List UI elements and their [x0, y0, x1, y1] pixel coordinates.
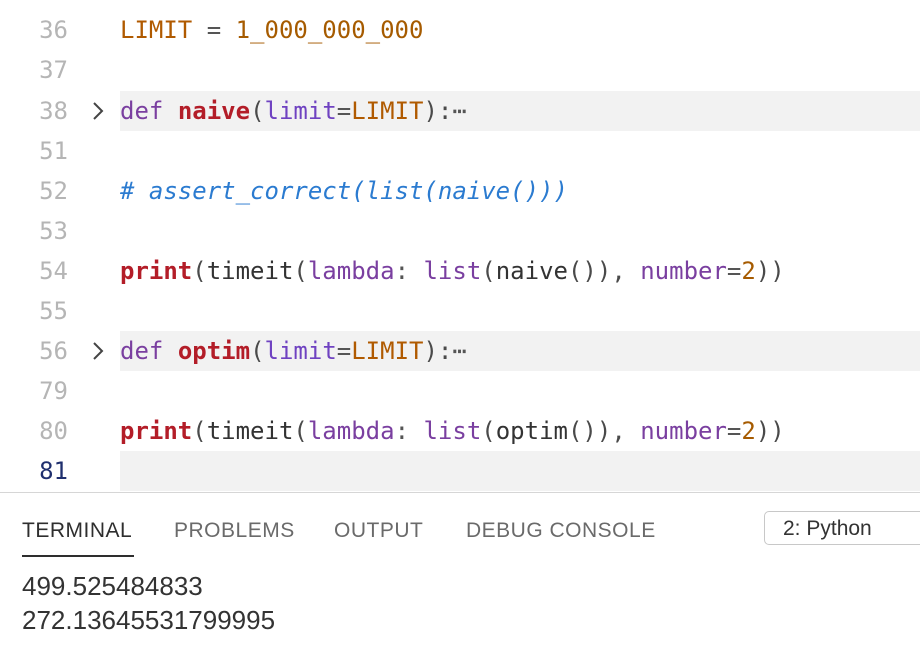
terminal-output-line: 499.525484833: [22, 571, 203, 601]
code-line[interactable]: 37: [0, 50, 920, 90]
identifier-token: timeit: [206, 417, 294, 445]
current-line-highlight: [120, 451, 920, 491]
identifier-token: naive: [495, 257, 568, 285]
operator-token: =: [192, 16, 236, 44]
param-token: limit: [264, 97, 337, 125]
comment-text[interactable]: # assert_correct(list(naive())): [120, 171, 568, 211]
tab-problems[interactable]: PROBLEMS: [174, 519, 295, 543]
tab-debug-console[interactable]: DEBUG CONSOLE: [466, 519, 656, 543]
code-editor[interactable]: 36 LIMIT = 1_000_000_000 37 38 def naive…: [0, 0, 920, 492]
builtin-token: list: [423, 417, 482, 445]
fold-ellipsis-icon[interactable]: ⋯: [452, 97, 467, 125]
param-token: limit: [264, 337, 337, 365]
operator-token: =: [336, 97, 352, 125]
builtin-token: print: [120, 257, 193, 285]
number-token: 2: [741, 417, 756, 445]
line-number: 55: [39, 297, 68, 325]
terminal-output-line: 272.13645531799995: [22, 605, 276, 635]
code-line-folded[interactable]: 56 def optim(limit=LIMIT):⋯: [0, 331, 920, 371]
identifier-token: optim: [495, 417, 568, 445]
line-number: 38: [39, 97, 68, 125]
chevron-right-icon[interactable]: [88, 331, 108, 371]
constant-token: LIMIT: [351, 337, 424, 365]
constant-token: LIMIT: [120, 16, 193, 44]
number-token: 2: [741, 257, 756, 285]
constant-token: LIMIT: [351, 97, 424, 125]
line-number: 81: [39, 457, 68, 485]
code-line[interactable]: 53: [0, 211, 920, 251]
code-line[interactable]: 51: [0, 131, 920, 171]
code-text[interactable]: def optim(limit=LIMIT):⋯: [120, 331, 467, 371]
keyword-token: def: [120, 337, 164, 365]
line-number: 54: [39, 257, 68, 285]
param-token: number: [640, 257, 727, 285]
terminal-select[interactable]: 2: Python: [764, 511, 920, 545]
tab-terminal[interactable]: TERMINAL: [22, 519, 132, 543]
code-line-current[interactable]: 81: [0, 451, 920, 491]
param-token: number: [640, 417, 727, 445]
operator-token: =: [336, 337, 352, 365]
line-number: 52: [39, 177, 68, 205]
builtin-token: list: [423, 257, 482, 285]
code-text[interactable]: def naive(limit=LIMIT):⋯: [120, 91, 467, 131]
fold-ellipsis-icon[interactable]: ⋯: [452, 337, 467, 365]
line-number: 80: [39, 417, 68, 445]
code-text[interactable]: print(timeit(lambda: list(optim()), numb…: [120, 411, 785, 451]
line-number: 79: [39, 377, 68, 405]
chevron-right-icon[interactable]: [88, 91, 108, 131]
code-line-folded[interactable]: 38 def naive(limit=LIMIT):⋯: [0, 91, 920, 131]
active-tab-indicator: [22, 555, 134, 557]
bottom-panel: TERMINAL PROBLEMS OUTPUT DEBUG CONSOLE 2…: [0, 492, 920, 645]
keyword-token: def: [120, 97, 164, 125]
code-line[interactable]: 79: [0, 371, 920, 411]
line-number: 56: [39, 337, 68, 365]
builtin-token: print: [120, 417, 193, 445]
function-name: naive: [177, 97, 251, 125]
code-text[interactable]: LIMIT = 1_000_000_000: [120, 10, 423, 50]
tab-output[interactable]: OUTPUT: [334, 519, 423, 543]
code-line[interactable]: 52 # assert_correct(list(naive())): [0, 171, 920, 211]
line-number: 36: [39, 16, 68, 44]
code-text[interactable]: print(timeit(lambda: list(naive()), numb…: [120, 251, 785, 291]
keyword-token: lambda: [307, 257, 395, 285]
line-number: 53: [39, 217, 68, 245]
code-line[interactable]: 55: [0, 291, 920, 331]
identifier-token: timeit: [206, 257, 294, 285]
keyword-token: lambda: [307, 417, 395, 445]
line-number: 51: [39, 137, 68, 165]
code-line[interactable]: 80 print(timeit(lambda: list(optim()), n…: [0, 411, 920, 451]
function-name: optim: [177, 337, 251, 365]
number-token: 1_000_000_000: [235, 16, 424, 44]
code-line[interactable]: 54 print(timeit(lambda: list(naive()), n…: [0, 251, 920, 291]
code-line[interactable]: 36 LIMIT = 1_000_000_000: [0, 10, 920, 50]
line-number: 37: [39, 56, 68, 84]
